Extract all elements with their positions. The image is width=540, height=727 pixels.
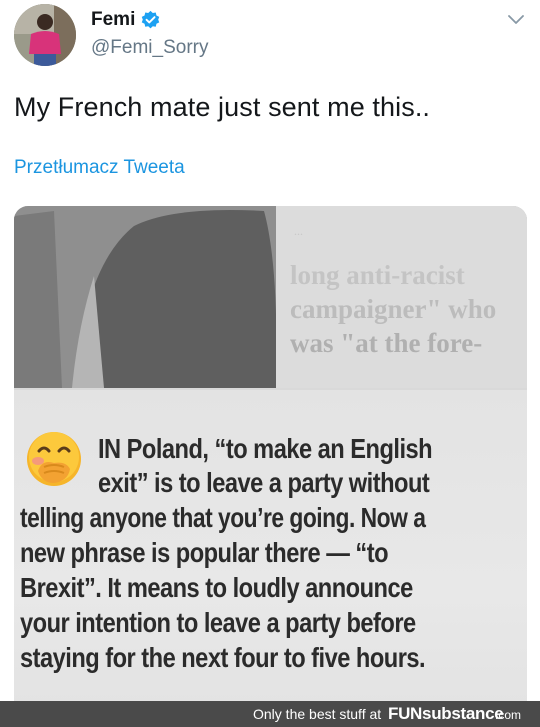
tweet-media-image[interactable]: ... long anti-racist campaigner" who was… <box>14 206 527 727</box>
clipping-text-line: IN Poland, “to make an English <box>98 433 433 464</box>
translate-tweet-link[interactable]: Przetłumacz Tweeta <box>14 157 185 179</box>
clipping-upper-line: was "at the fore- <box>290 328 483 358</box>
display-name[interactable]: Femi <box>91 9 161 31</box>
clipping-text-line: your intention to leave a party before <box>20 607 416 638</box>
watermark-domain: .com <box>495 708 522 722</box>
verified-badge-icon <box>140 10 161 31</box>
clipping-text-line: Brexit”. It means to loudly announce <box>20 572 413 603</box>
avatar[interactable] <box>14 4 76 66</box>
chevron-down-icon[interactable] <box>505 8 527 30</box>
clipping-upper-faint-line: ... <box>294 224 303 238</box>
display-name-text: Femi <box>91 9 136 30</box>
clipping-upper-line: campaigner" who <box>290 294 497 324</box>
watermark-bar: Only the best stuff at FUNsubstance .com <box>0 701 540 727</box>
clipping-text-line: exit” is to leave a party without <box>98 467 430 498</box>
watermark-text: Only the best stuff at <box>253 706 382 722</box>
clipping-upper-line: long anti-racist <box>290 260 465 290</box>
face-with-hand-over-mouth-icon <box>24 429 84 489</box>
user-handle[interactable]: @Femi_Sorry <box>91 37 208 59</box>
avatar-photo <box>14 4 76 66</box>
clipping-text-line: new phrase is popular there — “to <box>20 537 389 568</box>
clipping-text-line: telling anyone that you’re going. Now a <box>20 502 426 533</box>
clipping-text-line: staying for the next four to five hours. <box>20 642 426 673</box>
tweet-text: My French mate just sent me this.. <box>14 92 431 122</box>
watermark-brand: FUNsubstance <box>388 704 504 723</box>
